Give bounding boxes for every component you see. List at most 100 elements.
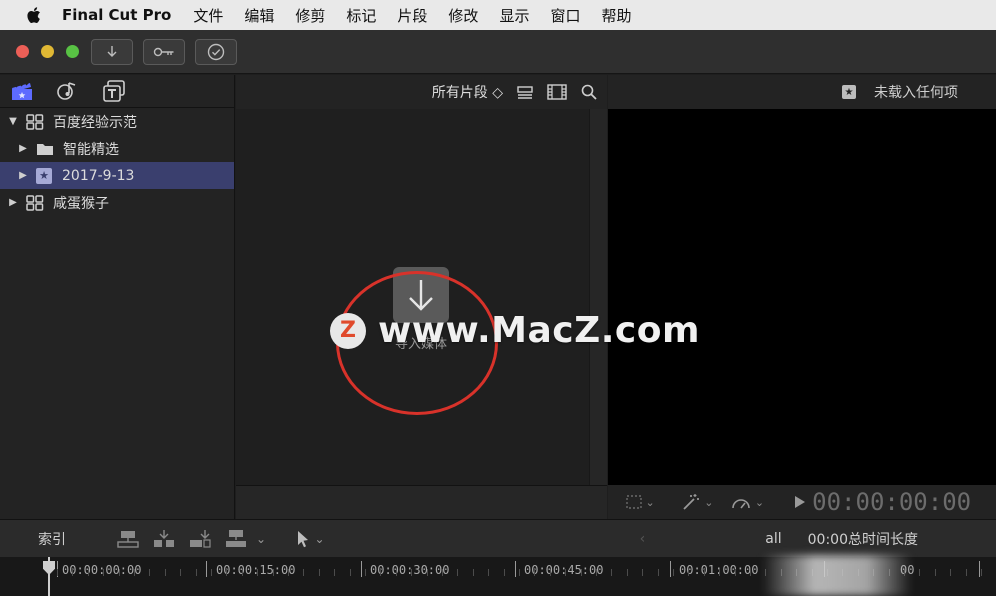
back-chevron-icon[interactable]: ‹ bbox=[640, 531, 646, 547]
menu-edit[interactable]: 编辑 bbox=[244, 5, 274, 26]
ruler-minor-tick bbox=[719, 569, 720, 576]
ruler-minor-tick bbox=[704, 569, 705, 576]
background-tasks-button[interactable] bbox=[195, 38, 237, 65]
ruler-minor-tick bbox=[534, 569, 535, 576]
ruler-minor-tick bbox=[350, 569, 351, 576]
ruler-minor-tick bbox=[457, 569, 458, 576]
checkmark-icon bbox=[207, 43, 225, 60]
browser-drop-area[interactable]: 导入媒体 bbox=[236, 109, 589, 485]
disclosure-down-icon[interactable]: ▼ bbox=[8, 116, 18, 127]
menu-file[interactable]: 文件 bbox=[193, 5, 223, 26]
overwrite-clip-icon[interactable] bbox=[224, 529, 248, 549]
menu-window[interactable]: 窗口 bbox=[550, 5, 580, 26]
watermark-logo: Z bbox=[330, 312, 366, 349]
library-item[interactable]: ▶ ★ 2017-9-13 bbox=[0, 162, 234, 189]
ruler-minor-tick bbox=[211, 569, 212, 576]
append-clip-icon[interactable] bbox=[188, 529, 212, 549]
library-item[interactable]: ▶ 咸蛋猴子 bbox=[0, 189, 234, 216]
close-window-button[interactable] bbox=[16, 45, 29, 58]
import-icon bbox=[107, 45, 117, 57]
browser-scrollbar[interactable] bbox=[589, 109, 607, 485]
menu-mark[interactable]: 标记 bbox=[346, 5, 376, 26]
browser-header: 所有片段 ◇ bbox=[236, 75, 607, 108]
tab-titles-generators[interactable] bbox=[102, 80, 128, 102]
disclosure-right-icon[interactable]: ▶ bbox=[8, 197, 18, 208]
select-tool-icon[interactable]: ⌄ bbox=[296, 530, 325, 548]
library-item-label: 智能精选 bbox=[63, 141, 119, 158]
app-name-menu[interactable]: Final Cut Pro bbox=[62, 6, 171, 24]
ruler-minor-tick bbox=[550, 569, 551, 576]
ruler-minor-tick bbox=[519, 569, 520, 576]
ruler-minor-tick bbox=[596, 569, 597, 576]
menu-view[interactable]: 显示 bbox=[499, 5, 529, 26]
menu-bar: Final Cut Pro 文件 编辑 修剪 标记 片段 修改 显示 窗口 帮助 bbox=[0, 0, 996, 30]
chevron-down-icon[interactable]: ⌄ bbox=[256, 532, 266, 546]
menu-help[interactable]: 帮助 bbox=[601, 5, 631, 26]
ruler-minor-tick bbox=[180, 569, 181, 576]
filmstrip-icon[interactable] bbox=[547, 83, 567, 100]
watermark: Z www.MacZ.com bbox=[330, 310, 700, 351]
ruler-minor-tick bbox=[72, 569, 73, 576]
library-item-label: 咸蛋猴子 bbox=[53, 195, 109, 212]
key-icon bbox=[153, 47, 174, 56]
timeline-index-button[interactable]: 索引 bbox=[38, 529, 66, 549]
library-item[interactable]: ▶ 智能精选 bbox=[0, 135, 234, 162]
magic-wand-icon[interactable]: ⌄ bbox=[681, 493, 713, 511]
viewer-header: ★ 未载入任何项 bbox=[608, 75, 996, 109]
library-item-label: 百度经验示范 bbox=[53, 114, 137, 131]
ruler-minor-tick bbox=[473, 569, 474, 576]
ruler-minor-tick bbox=[565, 569, 566, 576]
ruler-minor-tick bbox=[981, 569, 982, 576]
menu-modify[interactable]: 修改 bbox=[448, 5, 478, 26]
connect-clip-icon[interactable] bbox=[116, 529, 140, 549]
ruler-minor-tick bbox=[581, 569, 582, 576]
ruler-minor-tick bbox=[750, 569, 751, 576]
list-view-icon[interactable] bbox=[517, 85, 533, 99]
ruler-minor-tick bbox=[396, 569, 397, 576]
zoom-window-button[interactable] bbox=[66, 45, 79, 58]
ruler-minor-tick bbox=[165, 569, 166, 576]
disclosure-right-icon[interactable]: ▶ bbox=[18, 170, 28, 181]
ruler-minor-tick bbox=[149, 569, 150, 576]
tab-libraries[interactable] bbox=[10, 81, 34, 101]
import-media-button[interactable] bbox=[91, 38, 133, 65]
apple-icon[interactable] bbox=[22, 6, 48, 24]
ruler-minor-tick bbox=[627, 569, 628, 576]
ruler-minor-tick bbox=[919, 569, 920, 576]
timeline-info: ‹ all 00:00总时间长度 bbox=[640, 520, 918, 558]
minimize-window-button[interactable] bbox=[41, 45, 54, 58]
ruler-tick-label: 00:00:15:00 bbox=[216, 563, 296, 577]
ruler-minor-tick bbox=[242, 569, 243, 576]
menu-clip[interactable]: 片段 bbox=[397, 5, 427, 26]
search-icon[interactable] bbox=[581, 84, 597, 100]
viewer-footer: ⌄ ⌄ ⌄ 00:00:00:00 bbox=[608, 485, 996, 519]
library-icon bbox=[26, 113, 44, 130]
titles-icon bbox=[103, 80, 125, 102]
view-options-icon[interactable]: ⌄ bbox=[626, 495, 655, 509]
library-item[interactable]: ▼ 百度经验示范 bbox=[0, 108, 234, 135]
speed-gauge-icon[interactable]: ⌄ bbox=[731, 494, 764, 510]
ruler-minor-tick bbox=[88, 569, 89, 576]
ruler-minor-tick bbox=[504, 569, 505, 576]
menu-trim[interactable]: 修剪 bbox=[295, 5, 325, 26]
ruler-minor-tick bbox=[442, 569, 443, 576]
disclosure-right-icon[interactable]: ▶ bbox=[18, 143, 28, 154]
ruler-tick-label: 00:00:45:00 bbox=[524, 563, 604, 577]
keywords-button[interactable] bbox=[143, 38, 185, 65]
ruler-minor-tick bbox=[673, 569, 674, 576]
ruler-minor-tick bbox=[365, 569, 366, 576]
project-name-label: all bbox=[765, 531, 782, 547]
window-controls bbox=[16, 45, 91, 58]
photos-music-icon bbox=[57, 82, 76, 100]
ruler-minor-tick bbox=[226, 569, 227, 576]
tab-photos-audio[interactable] bbox=[56, 80, 80, 102]
insert-clip-icon[interactable] bbox=[152, 529, 176, 549]
ruler-minor-tick bbox=[257, 569, 258, 576]
ruler-minor-tick bbox=[273, 569, 274, 576]
blurred-region bbox=[762, 555, 912, 596]
ruler-minor-tick bbox=[658, 569, 659, 576]
ruler-minor-tick bbox=[611, 569, 612, 576]
play-icon[interactable] bbox=[794, 495, 806, 509]
clip-filter-dropdown[interactable]: 所有片段 ◇ bbox=[432, 82, 503, 102]
folder-icon bbox=[37, 143, 53, 155]
